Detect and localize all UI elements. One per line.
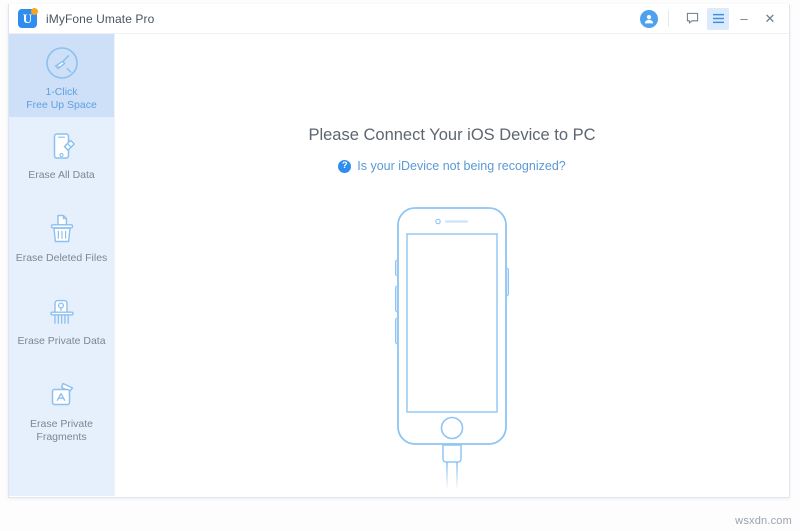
shredder-lock-icon	[42, 292, 82, 332]
title-bar-controls: – ✕	[640, 4, 789, 34]
screenshot-root: U iMyFone Umate Pro – ✕ 1-Click Free Up …	[0, 0, 800, 531]
sidebar: 1-Click Free Up Space Erase All Data Era…	[9, 34, 114, 496]
logo-accent-dot	[31, 8, 38, 15]
sidebar-item-erase-deleted-files[interactable]: Erase Deleted Files	[9, 200, 114, 283]
sidebar-label-line1: Erase Private	[29, 418, 94, 430]
device-not-recognized-link[interactable]: Is your iDevice not being recognized?	[357, 159, 565, 173]
sidebar-item-label: Erase All Data	[28, 169, 95, 181]
sidebar-item-erase-private-fragments[interactable]: Erase Private Fragments	[9, 366, 114, 449]
app-window: U iMyFone Umate Pro – ✕ 1-Click Free Up …	[8, 4, 790, 498]
minimize-button[interactable]: –	[733, 8, 755, 30]
hamburger-menu-icon[interactable]	[707, 7, 729, 30]
sidebar-item-label: 1-Click Free Up Space	[26, 86, 97, 112]
app-title: iMyFone Umate Pro	[46, 11, 155, 26]
device-not-recognized-row[interactable]: ? Is your iDevice not being recognized?	[115, 159, 789, 173]
close-label: ✕	[764, 11, 776, 26]
minimize-label: –	[740, 11, 748, 26]
user-avatar-icon[interactable]	[640, 9, 658, 28]
site-watermark: wsxdn.com	[735, 515, 792, 527]
phone-eraser-icon	[42, 126, 82, 166]
sidebar-item-label: Erase Private Data	[17, 335, 106, 347]
main-content: Please Connect Your iOS Device to PC ? I…	[114, 34, 789, 496]
page-title: Please Connect Your iOS Device to PC	[308, 126, 596, 144]
title-bar-divider	[668, 10, 669, 27]
app-logo: U	[18, 8, 38, 28]
sidebar-label-line2: Fragments	[36, 431, 87, 443]
sidebar-item-erase-private-data[interactable]: Erase Private Data	[9, 283, 114, 366]
sidebar-item-free-up-space[interactable]: 1-Click Free Up Space	[9, 34, 114, 117]
sidebar-label-line1: 1-Click	[45, 86, 78, 98]
title-bar: U iMyFone Umate Pro – ✕	[9, 4, 789, 34]
sidebar-item-erase-all-data[interactable]: Erase All Data	[9, 117, 114, 200]
sidebar-item-label: Erase Deleted Files	[15, 252, 108, 264]
app-bag-icon	[42, 375, 82, 415]
trash-document-icon	[42, 209, 82, 249]
close-button[interactable]: ✕	[759, 8, 781, 30]
feedback-chat-icon[interactable]	[681, 8, 703, 30]
sidebar-item-label: Erase Private Fragments	[30, 418, 93, 444]
sidebar-label-line2: Free Up Space	[26, 99, 97, 111]
iphone-with-lightning-cable-illustration	[382, 202, 522, 497]
question-mark-icon: ?	[338, 159, 352, 173]
broom-circle-icon	[42, 43, 82, 83]
